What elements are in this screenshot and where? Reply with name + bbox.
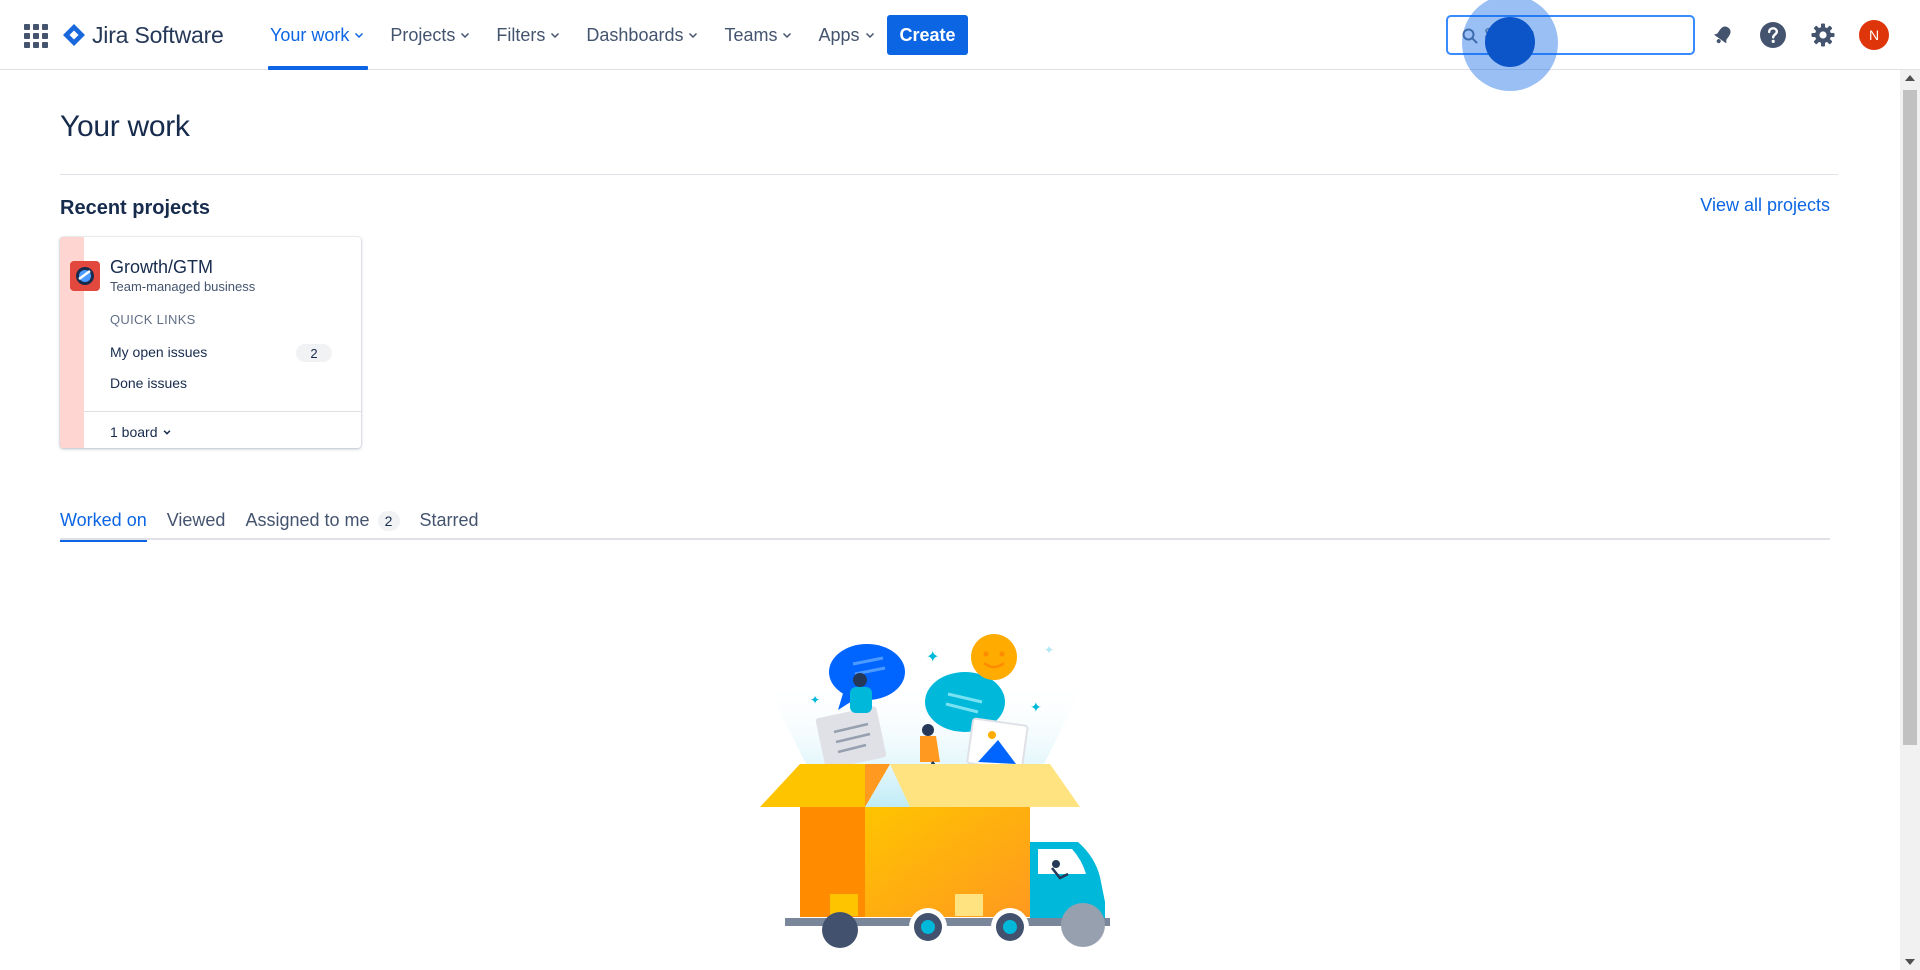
quick-link-label: Done issues bbox=[110, 375, 188, 391]
project-card[interactable]: Growth/GTM Team-managed business QUICK L… bbox=[60, 237, 361, 448]
chevron-down-icon bbox=[461, 32, 470, 39]
help-button[interactable] bbox=[1758, 20, 1788, 50]
nav-teams[interactable]: Teams bbox=[712, 0, 806, 70]
tab-viewed[interactable]: Viewed bbox=[167, 506, 226, 540]
chevron-down-icon bbox=[783, 32, 792, 39]
project-name[interactable]: Growth/GTM bbox=[110, 257, 213, 278]
tab-count-badge: 2 bbox=[377, 511, 400, 531]
nav-dashboards[interactable]: Dashboards bbox=[574, 0, 712, 70]
svg-text:✦: ✦ bbox=[926, 647, 939, 666]
nav-your-work[interactable]: Your work bbox=[258, 0, 378, 70]
quick-link-done-issues[interactable]: Done issues bbox=[106, 369, 350, 397]
view-all-projects-link[interactable]: View all projects bbox=[1700, 195, 1830, 216]
project-type: Team-managed business bbox=[110, 279, 256, 294]
page-title: Your work bbox=[60, 110, 190, 143]
chevron-down-icon bbox=[551, 32, 560, 39]
user-avatar[interactable]: N bbox=[1859, 20, 1889, 50]
tab-assigned-to-me[interactable]: Assigned to me 2 bbox=[245, 506, 400, 540]
nav-projects[interactable]: Projects bbox=[378, 0, 484, 70]
create-button[interactable]: Create bbox=[887, 15, 968, 55]
divider bbox=[60, 174, 1838, 175]
tab-label: Viewed bbox=[166, 510, 226, 530]
project-avatar-icon bbox=[70, 261, 100, 291]
notifications-icon bbox=[1713, 26, 1731, 44]
nav-dashboards-label: Dashboards bbox=[586, 24, 684, 45]
nav-apps-label: Apps bbox=[818, 24, 860, 45]
boards-dropdown[interactable]: 1 board bbox=[110, 419, 172, 445]
project-globe-icon bbox=[76, 267, 94, 285]
issue-count-badge: 2 bbox=[296, 344, 332, 362]
scroll-down-arrow-icon[interactable] bbox=[1905, 959, 1915, 965]
settings-button[interactable] bbox=[1808, 20, 1838, 50]
nav-apps[interactable]: Apps bbox=[806, 0, 888, 70]
help-icon bbox=[1760, 22, 1786, 48]
app-name: Jira Software bbox=[92, 21, 224, 48]
scroll-up-arrow-icon[interactable] bbox=[1905, 75, 1915, 81]
quick-links-title: QUICK LINKS bbox=[110, 312, 196, 327]
chevron-down-icon bbox=[164, 430, 171, 435]
nav-teams-label: Teams bbox=[724, 24, 778, 45]
chevron-down-icon bbox=[689, 32, 698, 39]
tab-label: Worked on bbox=[60, 510, 147, 530]
tab-label: Assigned to me bbox=[245, 510, 370, 530]
work-tabs: Worked on Viewed Assigned to me 2 Starre… bbox=[60, 506, 1830, 542]
quick-link-label: My open issues bbox=[110, 344, 208, 360]
search-icon bbox=[1462, 28, 1478, 44]
jira-diamond-icon bbox=[63, 24, 85, 46]
tab-worked-on[interactable]: Worked on bbox=[60, 506, 147, 542]
search-box[interactable] bbox=[1446, 15, 1695, 55]
search-input[interactable] bbox=[1484, 23, 1684, 47]
quick-link-my-open-issues[interactable]: My open issues 2 bbox=[106, 338, 350, 366]
primary-nav: Your work Projects Filters Dashboards Te… bbox=[258, 0, 889, 70]
top-navigation: Jira Software Your work Projects Filters… bbox=[0, 0, 1920, 91]
recent-projects-title: Recent projects bbox=[60, 197, 211, 219]
svg-text:✦: ✦ bbox=[1044, 643, 1054, 657]
chevron-down-icon bbox=[865, 32, 874, 39]
empty-state-illustration: ✦ ✦ ✦ ✦ bbox=[760, 634, 1110, 948]
divider bbox=[84, 411, 361, 412]
nav-projects-label: Projects bbox=[390, 24, 456, 45]
vertical-scrollbar[interactable] bbox=[1900, 70, 1920, 970]
svg-text:✦: ✦ bbox=[1030, 700, 1042, 716]
scrollbar-thumb[interactable] bbox=[1903, 90, 1917, 745]
chevron-down-icon bbox=[355, 32, 364, 39]
jira-logo[interactable]: Jira Software bbox=[62, 20, 224, 50]
svg-text:✦: ✦ bbox=[810, 693, 820, 707]
nav-filters-label: Filters bbox=[496, 24, 546, 45]
nav-filters[interactable]: Filters bbox=[484, 0, 574, 70]
boards-label: 1 board bbox=[110, 424, 158, 440]
tab-label: Starred bbox=[419, 510, 479, 530]
notifications-button[interactable] bbox=[1708, 20, 1738, 50]
app-switcher-icon[interactable] bbox=[22, 22, 48, 48]
settings-icon bbox=[1811, 23, 1835, 47]
tab-starred[interactable]: Starred bbox=[420, 506, 479, 540]
nav-your-work-label: Your work bbox=[270, 24, 350, 45]
